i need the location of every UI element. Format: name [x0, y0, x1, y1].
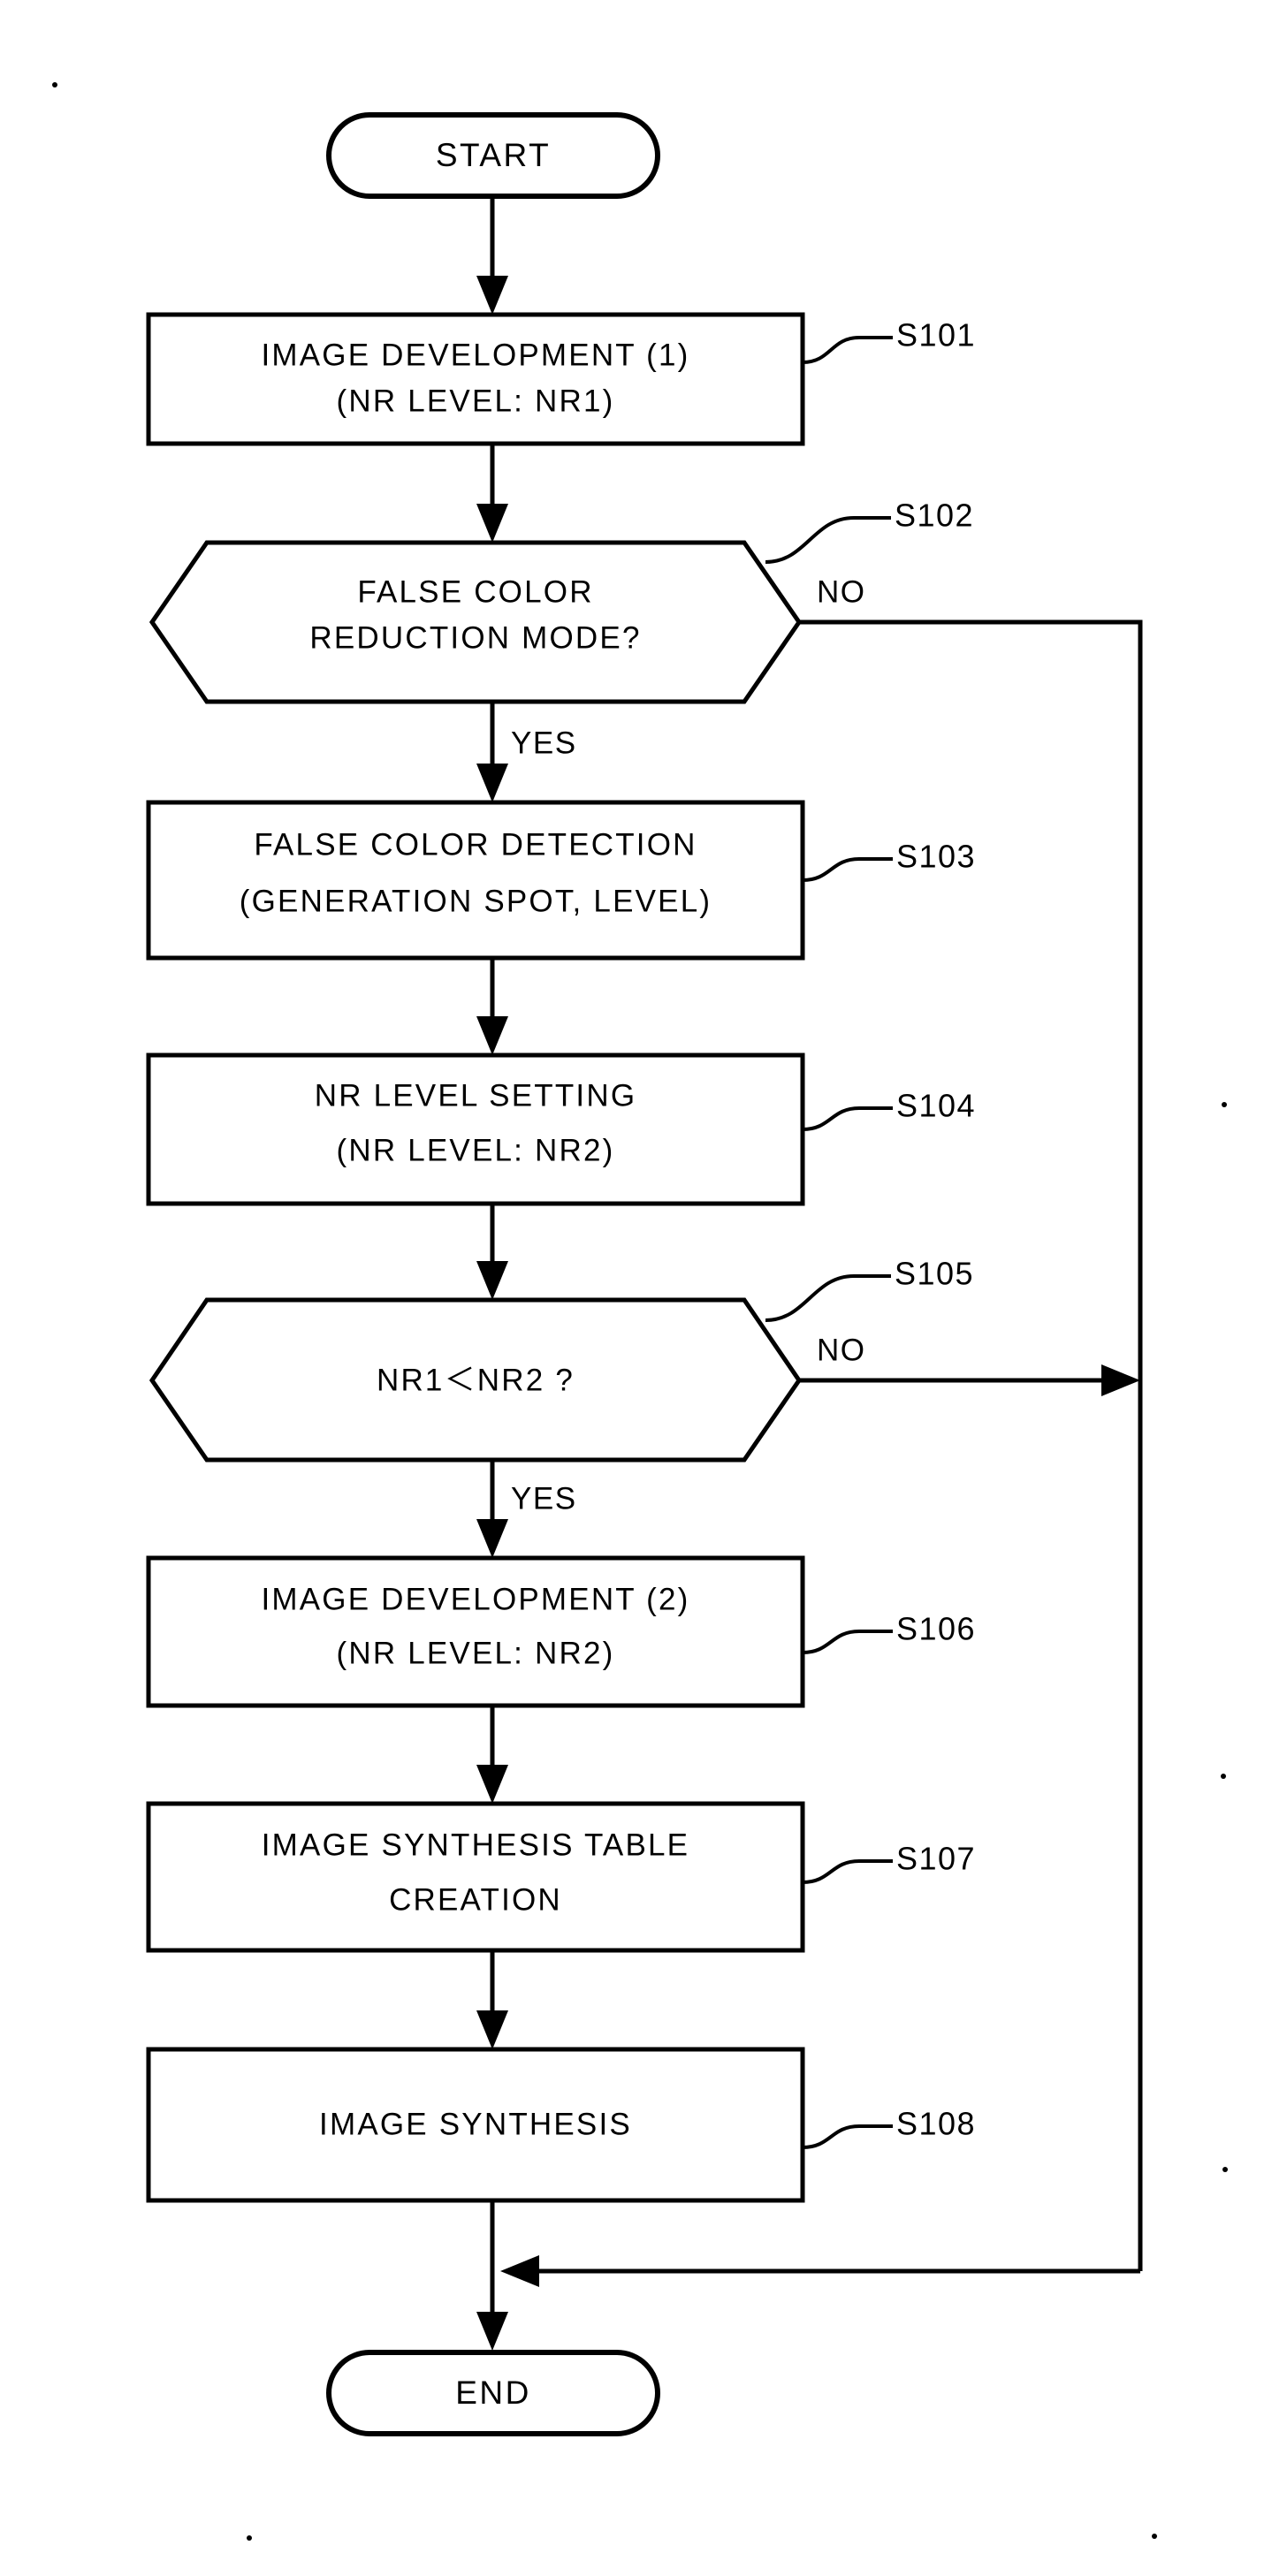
s105-no-label: NO — [817, 1333, 866, 1367]
edge-s105-to-s106 — [476, 1460, 508, 1558]
edge-s106-to-s107 — [476, 1706, 508, 1804]
step-label-s103: S103 — [896, 839, 976, 875]
step-label-s106: S106 — [896, 1611, 976, 1647]
edge-s103-to-s104 — [476, 958, 508, 1055]
s103-line1: FALSE COLOR DETECTION — [254, 827, 697, 862]
node-s105[interactable]: NR1＜NR2 ? — [148, 1297, 803, 1463]
step-label-s105: S105 — [895, 1256, 974, 1292]
step-label-s101-group: S101 — [802, 317, 976, 364]
node-end[interactable]: END — [326, 2350, 660, 2436]
s105-line1: NR1＜NR2 ? — [377, 1363, 575, 1397]
s102-yes-label: YES — [511, 726, 577, 760]
node-s107[interactable]: IMAGE SYNTHESIS TABLE CREATION — [146, 1801, 805, 1953]
s101-line1: IMAGE DEVELOPMENT (1) — [261, 338, 689, 372]
s108-line1: IMAGE SYNTHESIS — [319, 2107, 632, 2141]
s106-line1: IMAGE DEVELOPMENT (2) — [261, 1582, 689, 1616]
edge-s101-to-s102 — [476, 444, 508, 543]
s104-line1: NR LEVEL SETTING — [315, 1078, 637, 1113]
step-label-s108: S108 — [896, 2106, 976, 2142]
s107-line1: IMAGE SYNTHESIS TABLE — [262, 1828, 689, 1862]
s104-line2: (NR LEVEL: NR2) — [336, 1133, 614, 1167]
s105-yes-label: YES — [511, 1481, 577, 1516]
s101-line2: (NR LEVEL: NR1) — [336, 384, 614, 418]
step-label-s106-group: S106 — [802, 1611, 976, 1654]
s102-line2: REDUCTION MODE? — [309, 620, 641, 655]
step-label-s107-group: S107 — [802, 1841, 976, 1884]
step-label-s103-group: S103 — [802, 839, 976, 882]
node-s102[interactable]: FALSE COLOR REDUCTION MODE? — [148, 540, 803, 704]
edge-s107-to-s108 — [476, 1950, 508, 2049]
start-label: START — [436, 137, 551, 173]
step-label-s107: S107 — [896, 1841, 976, 1877]
node-start[interactable]: START — [326, 112, 660, 199]
step-label-s102-group: S102 — [765, 498, 974, 564]
node-s103[interactable]: FALSE COLOR DETECTION (GENERATION SPOT, … — [146, 800, 805, 961]
step-label-s104-group: S104 — [802, 1088, 976, 1131]
s103-line2: (GENERATION SPOT, LEVEL) — [240, 884, 712, 918]
node-s104[interactable]: NR LEVEL SETTING (NR LEVEL: NR2) — [146, 1052, 805, 1206]
step-label-s105-group: S105 — [765, 1256, 974, 1322]
s102-line1: FALSE COLOR — [357, 574, 593, 609]
node-s101[interactable]: IMAGE DEVELOPMENT (1) (NR LEVEL: NR1) — [146, 312, 805, 446]
node-s106[interactable]: IMAGE DEVELOPMENT (2) (NR LEVEL: NR2) — [146, 1555, 805, 1708]
step-label-s101: S101 — [896, 317, 976, 353]
edge-s108-to-end — [476, 2200, 508, 2351]
edge-start-to-s101 — [476, 196, 508, 315]
end-label: END — [455, 2375, 531, 2411]
edge-s105-no-to-trunk — [799, 1364, 1140, 1396]
edge-s104-to-s105 — [476, 1204, 508, 1300]
step-label-s104: S104 — [896, 1088, 976, 1124]
edge-s102-to-s103 — [476, 702, 508, 802]
flowchart-canvas: START IMAGE DEVELOPMENT (1) (NR LEVEL: N… — [52, 82, 1228, 2541]
flowchart-page: START IMAGE DEVELOPMENT (1) (NR LEVEL: N… — [0, 0, 1287, 2576]
s106-line2: (NR LEVEL: NR2) — [336, 1636, 614, 1670]
s107-line2: CREATION — [389, 1882, 562, 1917]
step-label-s108-group: S108 — [802, 2106, 976, 2149]
s102-no-label: NO — [817, 574, 866, 609]
node-s108[interactable]: IMAGE SYNTHESIS — [146, 2047, 805, 2203]
step-label-s102: S102 — [895, 498, 974, 534]
